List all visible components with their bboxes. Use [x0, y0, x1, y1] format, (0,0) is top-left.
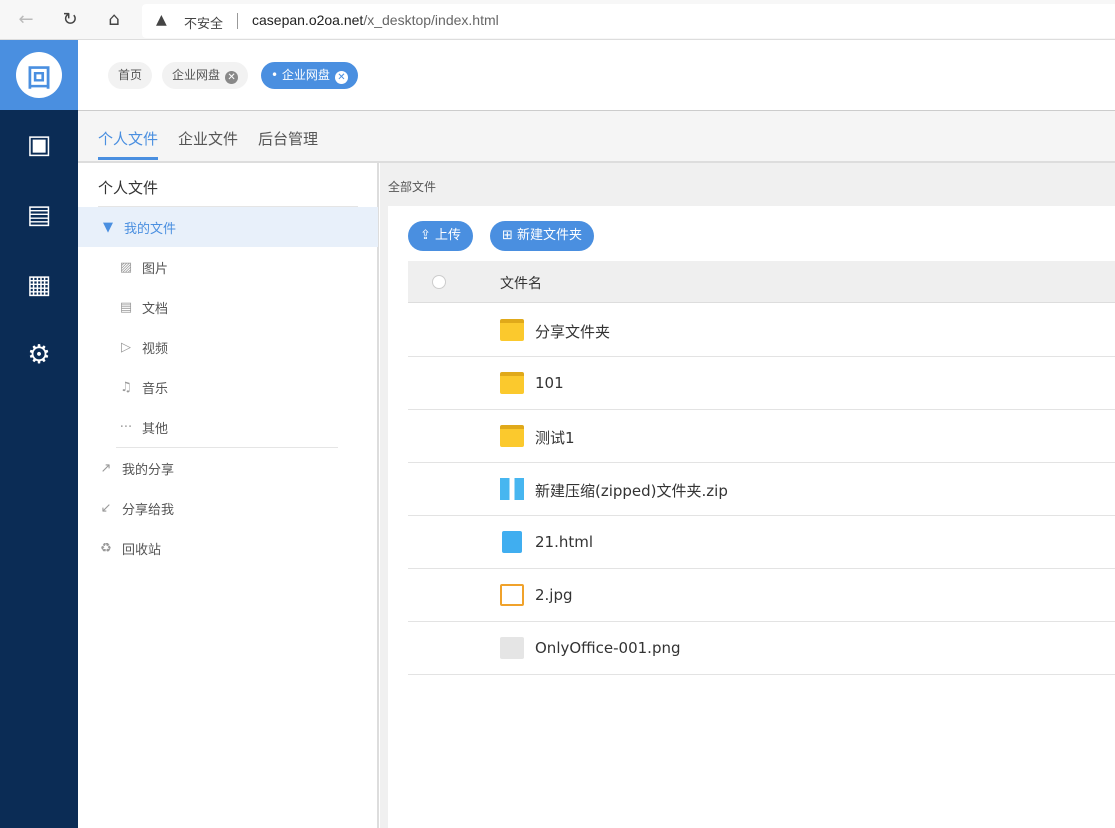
- calendar-icon[interactable]: ▦: [0, 250, 78, 320]
- sidebar-item-my-files[interactable]: ▼ 我的文件: [78, 207, 378, 247]
- calendar-news-icon[interactable]: ▤: [0, 180, 78, 250]
- file-row[interactable]: 2.jpg: [408, 569, 1115, 622]
- table-header: 文件名: [408, 261, 1115, 303]
- active-tab-indicator: [98, 157, 158, 160]
- sidebar-item-label: 其他: [142, 421, 169, 437]
- upload-button[interactable]: ⇪ 上传: [408, 221, 474, 251]
- sidebar-item-label: 我的分享: [122, 462, 175, 478]
- html-file-icon: [502, 531, 522, 553]
- file-name[interactable]: 分享文件夹: [535, 321, 610, 342]
- sidebar-item-shared-with-me[interactable]: ↙ 分享给我: [78, 488, 378, 528]
- document-icon: ▤: [119, 299, 133, 315]
- sidebar-title: 个人文件: [98, 179, 159, 197]
- app-nav: 回 ▣ ▤ ▦ ⚙: [0, 40, 78, 828]
- home-icon[interactable]: ⌂: [102, 8, 126, 32]
- file-name[interactable]: 21.html: [535, 533, 593, 551]
- tab-admin[interactable]: 后台管理: [258, 128, 318, 149]
- new-folder-label: 新建文件夹: [517, 228, 583, 243]
- file-row[interactable]: 新建压缩(zipped)文件夹.zip: [408, 463, 1115, 516]
- folder-file-icon: [500, 425, 524, 447]
- file-name[interactable]: 新建压缩(zipped)文件夹.zip: [535, 480, 728, 501]
- jpg-file-icon: [500, 584, 524, 606]
- close-icon[interactable]: ✕: [334, 71, 348, 84]
- folder-file-icon: [500, 319, 524, 341]
- sidebar-item-label: 视频: [142, 341, 169, 357]
- sidebar-item-label: 文档: [142, 301, 169, 317]
- file-row[interactable]: 101: [408, 357, 1115, 410]
- png-file-icon: [500, 637, 524, 659]
- sidebar-item-label: 音乐: [142, 381, 169, 397]
- chip-label: 首页: [118, 68, 143, 82]
- new-folder-button[interactable]: ⊞ 新建文件夹: [490, 221, 595, 251]
- reload-icon[interactable]: ↻: [58, 8, 82, 32]
- select-all-radio[interactable]: [432, 275, 446, 289]
- user-settings-icon[interactable]: ⚙: [0, 320, 78, 390]
- back-icon[interactable]: ←: [14, 8, 38, 32]
- insecure-label: 不安全: [184, 17, 224, 32]
- url-host: casepan.o2oa.net: [252, 12, 364, 28]
- sidebar-item-label: 回收站: [122, 542, 162, 558]
- sidebar-item-my-shares[interactable]: ↗ 我的分享: [78, 448, 378, 488]
- image-icon: ▨: [119, 259, 133, 275]
- sidebar-item-label: 图片: [142, 261, 169, 277]
- folder-file-icon: [500, 372, 524, 394]
- breadcrumb[interactable]: 全部文件: [388, 178, 436, 195]
- chip-label: 企业网盘: [172, 68, 221, 82]
- chip-label: • 企业网盘: [271, 68, 330, 82]
- main-content: 全部文件 ⇪ 上传 ⊞ 新建文件夹 文件名 分享文件夹 101 测试1 新建压缩(zi…: [380, 163, 1115, 828]
- file-panel: ⇪ 上传 ⊞ 新建文件夹 文件名 分享文件夹 101 测试1 新建压缩(zipped)…: [388, 206, 1115, 828]
- file-name[interactable]: 测试1: [535, 427, 575, 448]
- zip-file-icon: [500, 478, 524, 500]
- tab-personal-files[interactable]: 个人文件: [98, 128, 158, 149]
- share-out-icon: ↗: [100, 460, 112, 476]
- share-in-icon: ↙: [100, 500, 112, 516]
- chip-cloud-disk[interactable]: 企业网盘 ✕: [162, 62, 249, 89]
- sidebar: 个人文件 ▼ 我的文件 ▨ 图片 ▤ 文档 ▷ 视频 ♫ 音乐 ··· 其他 ↗ 我的分享 ↙…: [78, 163, 379, 828]
- sidebar-item-label: 分享给我: [122, 502, 175, 518]
- file-row[interactable]: OnlyOffice-001.png: [408, 622, 1115, 675]
- sidebar-item-music[interactable]: ♫ 音乐: [78, 367, 378, 407]
- video-icon: ▷: [121, 339, 131, 355]
- warning-icon: ▲: [156, 12, 167, 28]
- logo-icon: 回: [16, 52, 62, 98]
- file-row[interactable]: 测试1: [408, 410, 1115, 463]
- browser-toolbar: ← ↻ ⌂ ▲ 不安全 casepan.o2oa.net/x_desktop/i…: [0, 0, 1115, 40]
- caret-down-icon: ▼: [103, 219, 113, 235]
- desktop-user-icon[interactable]: ▣: [0, 110, 78, 180]
- sidebar-item-recycle-bin[interactable]: ♻ 回收站: [78, 528, 378, 568]
- sidebar-item-documents[interactable]: ▤ 文档: [78, 287, 378, 327]
- column-header-name[interactable]: 文件名: [500, 273, 542, 293]
- sidebar-item-label: 我的文件: [124, 221, 177, 237]
- chip-home[interactable]: 首页: [108, 62, 153, 89]
- url-path: /x_desktop/index.html: [363, 12, 499, 28]
- file-name[interactable]: 2.jpg: [535, 586, 573, 604]
- recycle-icon: ♻: [100, 540, 112, 556]
- upload-label: 上传: [435, 228, 462, 243]
- file-row[interactable]: 21.html: [408, 516, 1115, 569]
- module-tabs: 个人文件 企业文件 后台管理: [78, 111, 1115, 163]
- close-icon[interactable]: ✕: [225, 71, 239, 84]
- file-row[interactable]: 分享文件夹: [408, 304, 1115, 357]
- file-name[interactable]: OnlyOffice-001.png: [535, 639, 681, 657]
- sidebar-item-images[interactable]: ▨ 图片: [78, 247, 378, 287]
- tab-enterprise-files[interactable]: 企业文件: [178, 128, 238, 149]
- upload-icon: ⇪: [420, 228, 436, 243]
- window-tabs: 首页 企业网盘 ✕ • 企业网盘 ✕: [78, 40, 1115, 111]
- more-icon: ···: [119, 419, 133, 435]
- sidebar-item-other[interactable]: ··· 其他: [78, 407, 378, 447]
- sidebar-item-videos[interactable]: ▷ 视频: [78, 327, 378, 367]
- address-bar[interactable]: ▲ 不安全 casepan.o2oa.net/x_desktop/index.h…: [142, 4, 1115, 38]
- logo[interactable]: 回: [0, 40, 78, 110]
- url: casepan.o2oa.net/x_desktop/index.html: [252, 12, 499, 28]
- music-icon: ♫: [120, 379, 132, 395]
- file-name[interactable]: 101: [535, 374, 564, 392]
- divider: [237, 13, 238, 29]
- folder-plus-icon: ⊞: [502, 228, 518, 243]
- chip-cloud-disk-active[interactable]: • 企业网盘 ✕: [261, 62, 358, 89]
